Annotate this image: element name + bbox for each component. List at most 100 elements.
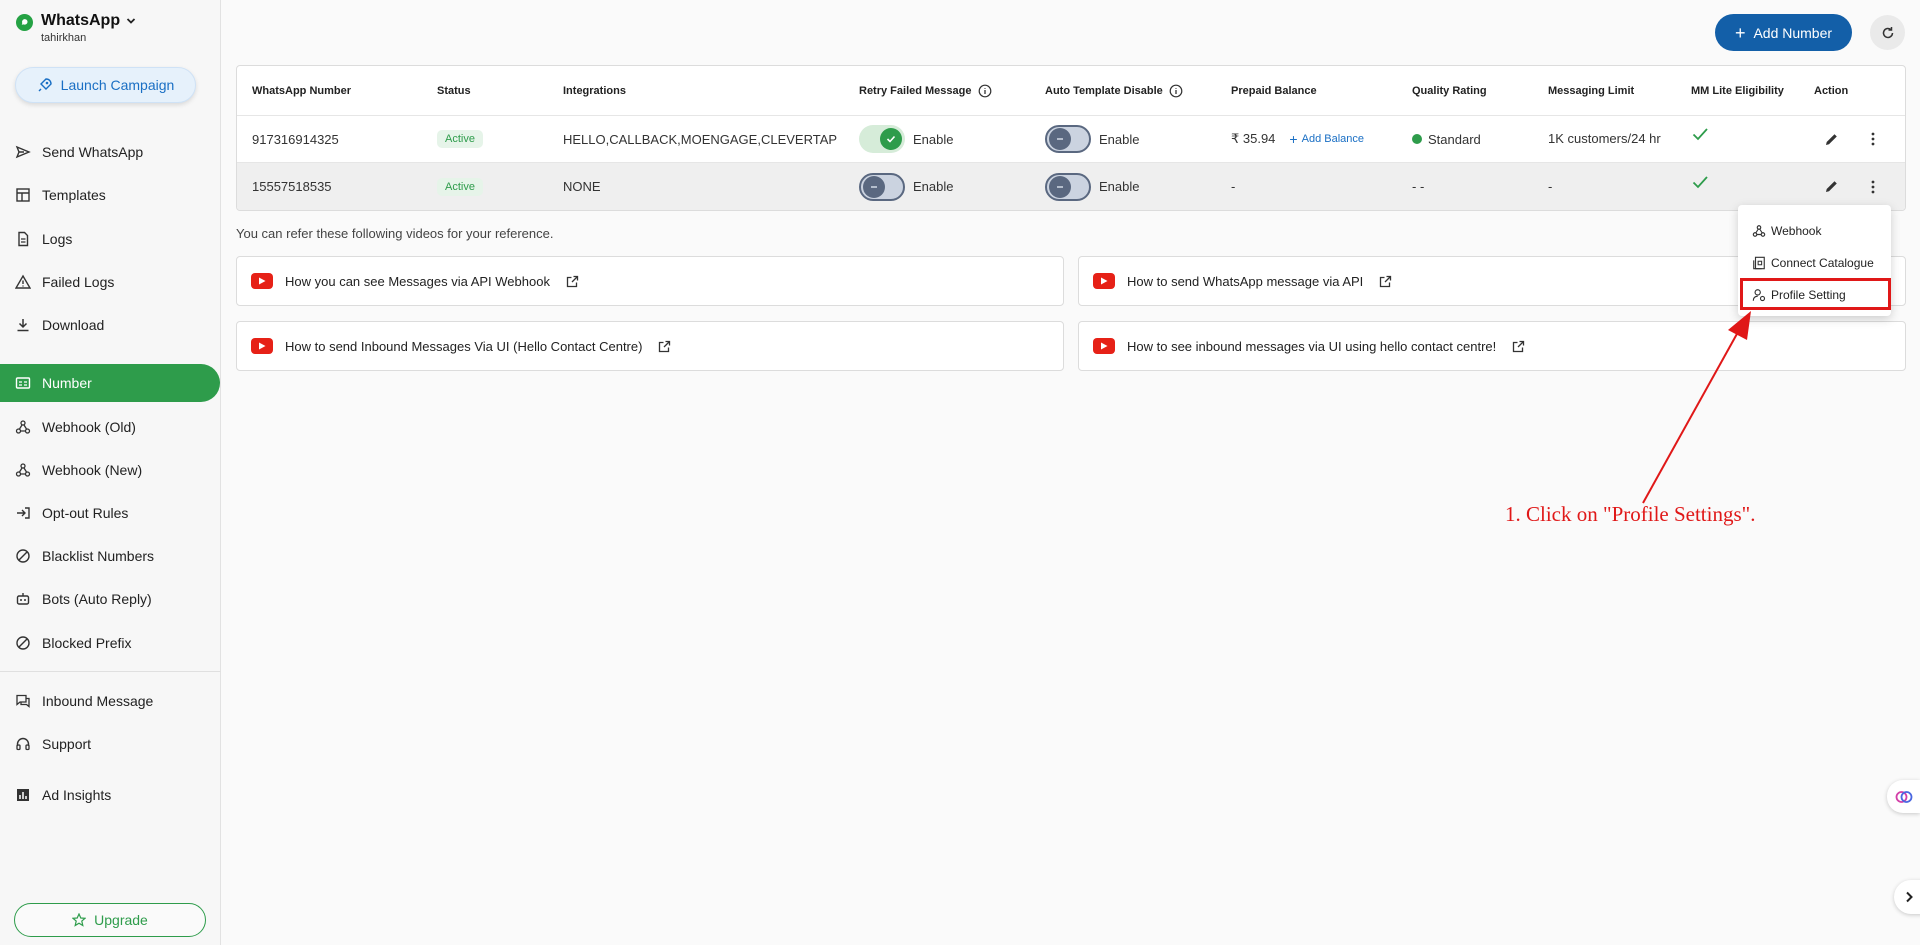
- brain-icon: [1895, 790, 1912, 803]
- chevron-down-icon: [126, 18, 136, 24]
- id-card-icon: [15, 375, 31, 391]
- sidebar-item-label: Download: [42, 317, 105, 333]
- video-title: How to send WhatsApp message via API: [1127, 273, 1364, 289]
- cell-status: Active: [437, 116, 483, 162]
- sidebar-item-label: Ad Insights: [42, 787, 112, 803]
- cell-integrations: NONE: [563, 179, 601, 194]
- brand-user: tahirkhan: [41, 32, 87, 44]
- video-link[interactable]: How you can see Messages via API Webhook: [236, 256, 1064, 306]
- sidebar-divider: [0, 671, 221, 672]
- menu-item-webhook[interactable]: Webhook: [1738, 216, 1891, 246]
- edit-icon[interactable]: [1824, 116, 1839, 162]
- cell-limit: 1K customers/24 hr: [1548, 131, 1661, 146]
- quality-value: Standard: [1428, 131, 1481, 147]
- auto-template-label: Enable: [1099, 131, 1140, 147]
- upgrade-button[interactable]: Upgrade: [14, 903, 206, 937]
- add-number-button[interactable]: + Add Number: [1715, 14, 1852, 51]
- menu-item-label: Webhook: [1771, 224, 1822, 238]
- video-link[interactable]: How to see inbound messages via UI using…: [1078, 321, 1906, 371]
- info-icon[interactable]: [978, 84, 992, 98]
- edit-icon[interactable]: [1824, 163, 1839, 210]
- numbers-table: WhatsApp Number Status Integrations Retr…: [236, 65, 1906, 211]
- sidebar-item-label: Opt-out Rules: [42, 505, 129, 521]
- robot-icon: [15, 591, 31, 607]
- auto-template-toggle[interactable]: [1045, 172, 1091, 201]
- sidebar-item-label: Send WhatsApp: [42, 144, 144, 160]
- quality-dot: [1412, 134, 1422, 144]
- youtube-icon: [1093, 273, 1115, 289]
- refer-text: You can refer these following videos for…: [236, 226, 554, 241]
- warning-icon: [15, 274, 31, 290]
- retry-toggle[interactable]: [859, 172, 905, 201]
- assistant-launcher[interactable]: [1887, 780, 1920, 813]
- template-icon: [15, 187, 31, 203]
- retry-toggle[interactable]: [859, 125, 905, 153]
- table-row: 15557518535 Active NONE Enable Enable - …: [237, 163, 1905, 210]
- highlight-box: [1740, 278, 1891, 310]
- sidebar-item-label: Webhook (Old): [42, 419, 136, 435]
- refresh-button[interactable]: [1870, 15, 1905, 50]
- sidebar-item-templates[interactable]: Templates: [0, 176, 220, 214]
- cell-retry: Enable: [859, 116, 953, 162]
- add-number-label: Add Number: [1753, 24, 1833, 41]
- cell-balance: -: [1231, 179, 1236, 194]
- sidebar-item-label: Support: [42, 736, 92, 752]
- info-icon[interactable]: [1169, 84, 1183, 98]
- sidebar-item-opt-out-rules[interactable]: Opt-out Rules: [0, 494, 220, 532]
- webhook-icon: [15, 419, 31, 435]
- cell-number: 917316914325: [252, 131, 339, 147]
- sidebar-item-support[interactable]: Support: [0, 725, 220, 763]
- cell-auto-template: Enable: [1045, 116, 1139, 162]
- add-balance-link[interactable]: + Add Balance: [1289, 131, 1364, 147]
- plus-icon: +: [1734, 22, 1746, 43]
- sidebar-item-ad-insights[interactable]: Ad Insights: [0, 776, 220, 814]
- upgrade-label: Upgrade: [94, 912, 148, 928]
- sidebar-item-label: Failed Logs: [42, 274, 115, 290]
- menu-item-connect-catalogue[interactable]: Connect Catalogue: [1738, 248, 1891, 278]
- auto-template-toggle[interactable]: [1045, 125, 1091, 153]
- more-vert-icon[interactable]: [1871, 163, 1875, 210]
- header-limit: Messaging Limit: [1548, 84, 1635, 97]
- video-link[interactable]: How to send Inbound Messages Via UI (Hel…: [236, 321, 1064, 371]
- cell-integrations: HELLO,CALLBACK,MOENGAGE,CLEVERTAP: [563, 131, 838, 147]
- whatsapp-logo-icon: [16, 14, 33, 31]
- retry-label: Enable: [913, 179, 954, 194]
- sidebar-item-download[interactable]: Download: [0, 306, 220, 344]
- header-retry: Retry Failed Message: [859, 66, 992, 115]
- webhook-icon: [1752, 225, 1766, 237]
- rocket-icon: [38, 78, 52, 92]
- star-icon: [72, 913, 87, 927]
- header-quality: Quality Rating: [1412, 84, 1487, 97]
- more-vert-icon[interactable]: [1871, 116, 1875, 162]
- sidebar-item-send-whatsapp[interactable]: Send WhatsApp: [0, 133, 220, 171]
- external-link-icon: [1379, 275, 1392, 288]
- video-title: How to send Inbound Messages Via UI (Hel…: [285, 338, 643, 354]
- sidebar-item-number[interactable]: Number: [0, 364, 220, 402]
- sidebar-item-inbound-message[interactable]: Inbound Message: [0, 682, 220, 720]
- sidebar-item-failed-logs[interactable]: Failed Logs: [0, 263, 220, 301]
- launch-campaign-button[interactable]: Launch Campaign: [15, 67, 196, 103]
- header-integrations: Integrations: [563, 84, 626, 97]
- sidebar-item-webhook-old[interactable]: Webhook (Old): [0, 408, 220, 446]
- sidebar-item-bots[interactable]: Bots (Auto Reply): [0, 580, 220, 618]
- sidebar-item-blocked-prefix[interactable]: Blocked Prefix: [0, 624, 220, 662]
- sidebar-item-label: Blacklist Numbers: [42, 548, 155, 564]
- sidebar-item-webhook-new[interactable]: Webhook (New): [0, 451, 220, 489]
- brand-name: WhatsApp: [41, 12, 121, 29]
- sidebar-item-blacklist-numbers[interactable]: Blacklist Numbers: [0, 537, 220, 575]
- brand-switcher[interactable]: WhatsApp tahirkhan: [16, 12, 136, 44]
- catalogue-icon: [1753, 256, 1765, 270]
- table-header: WhatsApp Number Status Integrations Retr…: [237, 66, 1905, 116]
- sidebar-item-logs[interactable]: Logs: [0, 220, 220, 258]
- balance-value: ₹ 35.94: [1231, 131, 1276, 146]
- external-link-icon: [566, 275, 579, 288]
- youtube-icon: [251, 273, 273, 289]
- expand-panel-button[interactable]: [1894, 880, 1920, 914]
- block-icon: [15, 635, 31, 651]
- cell-balance: ₹ 35.94 + Add Balance: [1231, 116, 1364, 162]
- sidebar-item-label: Inbound Message: [42, 693, 154, 709]
- cell-retry: Enable: [859, 163, 953, 210]
- cell-quality: - -: [1412, 179, 1425, 194]
- sidebar-item-label: Bots (Auto Reply): [42, 591, 152, 607]
- chevron-right-icon: [1906, 891, 1913, 903]
